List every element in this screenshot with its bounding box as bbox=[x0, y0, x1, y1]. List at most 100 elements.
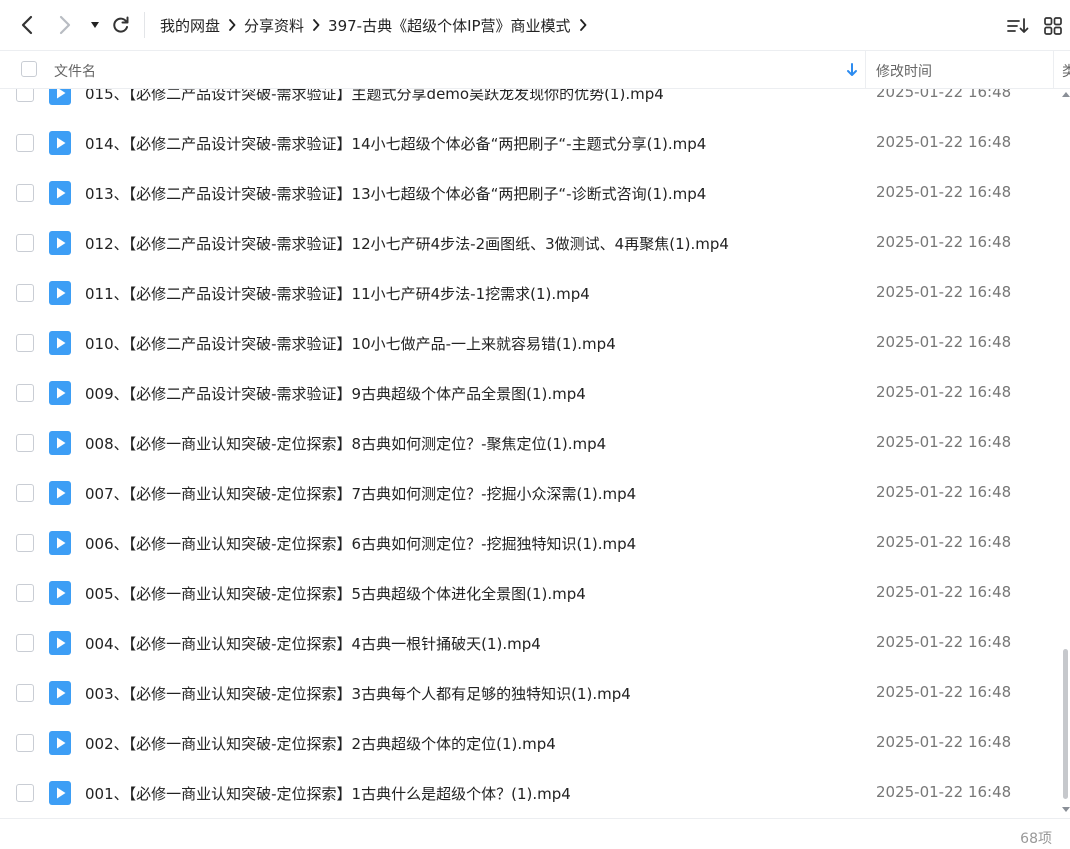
file-name[interactable]: 010、【必修二产品设计突破-需求验证】10小七做产品-一上来就容易错(1).m… bbox=[85, 333, 616, 354]
file-name[interactable]: 012、【必修二产品设计突破-需求验证】12小七产研4步法-2画图纸、3做测试、… bbox=[85, 233, 729, 254]
file-row[interactable]: 015、【必修二产品设计突破-需求验证】主题式分享demo吴跃龙发现你的优势(1… bbox=[0, 89, 1060, 118]
sort-icon bbox=[1007, 18, 1029, 33]
video-file-icon bbox=[49, 581, 71, 605]
breadcrumb-item-current-folder[interactable]: 397-古典《超级个体IP营》商业模式 bbox=[328, 15, 571, 36]
file-modified-time: 2025-01-22 16:48 bbox=[876, 533, 1012, 551]
file-name[interactable]: 003、【必修一商业认知突破-定位探索】3古典每个人都有足够的独特知识(1).m… bbox=[85, 683, 631, 704]
video-file-icon bbox=[49, 681, 71, 705]
video-file-icon bbox=[49, 431, 71, 455]
list-header: 文件名 修改时间 类 bbox=[0, 51, 1070, 89]
back-button[interactable] bbox=[15, 13, 39, 37]
video-file-icon bbox=[49, 231, 71, 255]
file-modified-time: 2025-01-22 16:48 bbox=[876, 183, 1012, 201]
column-header-type[interactable]: 类 bbox=[1062, 61, 1070, 81]
file-row[interactable]: 009、【必修二产品设计突破-需求验证】9古典超级个体产品全景图(1).mp4 2… bbox=[0, 368, 1060, 418]
video-file-icon bbox=[49, 481, 71, 505]
file-row-checkbox[interactable] bbox=[16, 284, 34, 302]
breadcrumb: 我的网盘 分享资料 397-古典《超级个体IP营》商业模式 bbox=[160, 14, 595, 36]
file-row-checkbox[interactable] bbox=[16, 384, 34, 402]
file-row[interactable]: 005、【必修一商业认知突破-定位探索】5古典超级个体进化全景图(1).mp4 2… bbox=[0, 568, 1060, 618]
scrollbar-thumb[interactable] bbox=[1063, 649, 1068, 799]
file-modified-time: 2025-01-22 16:48 bbox=[876, 683, 1012, 701]
video-file-icon bbox=[49, 281, 71, 305]
file-row[interactable]: 008、【必修一商业认知突破-定位探索】8古典如何测定位？-聚焦定位(1).mp… bbox=[0, 418, 1060, 468]
file-rows: 015、【必修二产品设计突破-需求验证】主题式分享demo吴跃龙发现你的优势(1… bbox=[0, 89, 1060, 818]
file-row[interactable]: 004、【必修一商业认知突破-定位探索】4古典一根针捅破天(1).mp4 2025… bbox=[0, 618, 1060, 668]
video-file-icon bbox=[49, 781, 71, 805]
column-header-modified-time[interactable]: 修改时间 bbox=[876, 61, 932, 81]
file-modified-time: 2025-01-22 16:48 bbox=[876, 733, 1012, 751]
video-file-icon bbox=[49, 181, 71, 205]
file-row-checkbox[interactable] bbox=[16, 734, 34, 752]
file-modified-time: 2025-01-22 16:48 bbox=[876, 89, 1012, 101]
file-name[interactable]: 013、【必修二产品设计突破-需求验证】13小七超级个体必备“两把刷子“-诊断式… bbox=[85, 183, 706, 204]
video-file-icon bbox=[49, 381, 71, 405]
breadcrumb-chevron-icon[interactable] bbox=[571, 19, 595, 31]
file-row[interactable]: 007、【必修一商业认知突破-定位探索】7古典如何测定位？-挖掘小众深需(1).… bbox=[0, 468, 1060, 518]
video-file-icon bbox=[49, 89, 71, 105]
breadcrumb-chevron-icon bbox=[304, 19, 328, 31]
file-row-checkbox[interactable] bbox=[16, 134, 34, 152]
file-row[interactable]: 012、【必修二产品设计突破-需求验证】12小七产研4步法-2画图纸、3做测试、… bbox=[0, 218, 1060, 268]
file-row[interactable]: 006、【必修一商业认知突破-定位探索】6古典如何测定位？-挖掘独特知识(1).… bbox=[0, 518, 1060, 568]
file-modified-time: 2025-01-22 16:48 bbox=[876, 233, 1012, 251]
file-name[interactable]: 011、【必修二产品设计突破-需求验证】11小七产研4步法-1挖需求(1).mp… bbox=[85, 283, 590, 304]
file-name[interactable]: 009、【必修二产品设计突破-需求验证】9古典超级个体产品全景图(1).mp4 bbox=[85, 383, 586, 404]
column-divider[interactable] bbox=[1053, 51, 1054, 89]
file-row[interactable]: 003、【必修一商业认知突破-定位探索】3古典每个人都有足够的独特知识(1).m… bbox=[0, 668, 1060, 718]
file-row-checkbox[interactable] bbox=[16, 234, 34, 252]
toolbar: 我的网盘 分享资料 397-古典《超级个体IP营》商业模式 bbox=[0, 0, 1070, 51]
file-row[interactable]: 010、【必修二产品设计突破-需求验证】10小七做产品-一上来就容易错(1).m… bbox=[0, 318, 1060, 368]
file-name[interactable]: 007、【必修一商业认知突破-定位探索】7古典如何测定位？-挖掘小众深需(1).… bbox=[85, 483, 636, 504]
sort-button[interactable] bbox=[1006, 14, 1030, 38]
file-name[interactable]: 015、【必修二产品设计突破-需求验证】主题式分享demo吴跃龙发现你的优势(1… bbox=[85, 89, 664, 104]
select-all-checkbox[interactable] bbox=[21, 61, 37, 77]
file-modified-time: 2025-01-22 16:48 bbox=[876, 283, 1012, 301]
file-row[interactable]: 002、【必修一商业认知突破-定位探索】2古典超级个体的定位(1).mp4 202… bbox=[0, 718, 1060, 768]
file-row-checkbox[interactable] bbox=[16, 534, 34, 552]
breadcrumb-item-my-drive[interactable]: 我的网盘 bbox=[160, 15, 220, 36]
vertical-scrollbar[interactable] bbox=[1060, 89, 1070, 818]
file-name[interactable]: 002、【必修一商业认知突破-定位探索】2古典超级个体的定位(1).mp4 bbox=[85, 733, 556, 754]
video-file-icon bbox=[49, 631, 71, 655]
file-row[interactable]: 001、【必修一商业认知突破-定位探索】1古典什么是超级个体？(1).mp4 20… bbox=[0, 768, 1060, 818]
column-divider[interactable] bbox=[865, 51, 866, 89]
file-row-checkbox[interactable] bbox=[16, 184, 34, 202]
file-name[interactable]: 006、【必修一商业认知突破-定位探索】6古典如何测定位？-挖掘独特知识(1).… bbox=[85, 533, 636, 554]
file-name[interactable]: 001、【必修一商业认知突破-定位探索】1古典什么是超级个体？(1).mp4 bbox=[85, 783, 571, 804]
file-modified-time: 2025-01-22 16:48 bbox=[876, 383, 1012, 401]
video-file-icon bbox=[49, 131, 71, 155]
video-file-icon bbox=[49, 731, 71, 755]
column-header-name[interactable]: 文件名 bbox=[54, 61, 96, 81]
scroll-up-arrow-icon[interactable] bbox=[1062, 92, 1070, 97]
file-row-checkbox[interactable] bbox=[16, 334, 34, 352]
file-row-checkbox[interactable] bbox=[16, 484, 34, 502]
forward-button[interactable] bbox=[53, 13, 77, 37]
file-name[interactable]: 008、【必修一商业认知突破-定位探索】8古典如何测定位？-聚焦定位(1).mp… bbox=[85, 433, 606, 454]
file-row-checkbox[interactable] bbox=[16, 434, 34, 452]
file-row-checkbox[interactable] bbox=[16, 784, 34, 802]
refresh-button[interactable] bbox=[109, 13, 133, 37]
file-modified-time: 2025-01-22 16:48 bbox=[876, 583, 1012, 601]
caret-down-icon bbox=[91, 22, 99, 28]
chevron-left-icon bbox=[21, 15, 33, 35]
file-row[interactable]: 013、【必修二产品设计突破-需求验证】13小七超级个体必备“两把刷子“-诊断式… bbox=[0, 168, 1060, 218]
sort-descending-icon[interactable] bbox=[845, 62, 859, 78]
history-dropdown-button[interactable] bbox=[83, 13, 107, 37]
file-modified-time: 2025-01-22 16:48 bbox=[876, 433, 1012, 451]
file-row-checkbox[interactable] bbox=[16, 634, 34, 652]
file-row[interactable]: 014、【必修二产品设计突破-需求验证】14小七超级个体必备“两把刷子“-主题式… bbox=[0, 118, 1060, 168]
breadcrumb-chevron-icon bbox=[220, 19, 244, 31]
file-name[interactable]: 004、【必修一商业认知突破-定位探索】4古典一根针捅破天(1).mp4 bbox=[85, 633, 541, 654]
view-toggle-button[interactable] bbox=[1041, 14, 1065, 38]
file-row-checkbox[interactable] bbox=[16, 89, 34, 102]
status-bar: 68项 bbox=[0, 818, 1070, 849]
file-name[interactable]: 014、【必修二产品设计突破-需求验证】14小七超级个体必备“两把刷子“-主题式… bbox=[85, 133, 706, 154]
scroll-down-arrow-icon[interactable] bbox=[1062, 807, 1070, 812]
breadcrumb-item-shared[interactable]: 分享资料 bbox=[244, 15, 304, 36]
file-name[interactable]: 005、【必修一商业认知突破-定位探索】5古典超级个体进化全景图(1).mp4 bbox=[85, 583, 586, 604]
file-row-checkbox[interactable] bbox=[16, 684, 34, 702]
file-row[interactable]: 011、【必修二产品设计突破-需求验证】11小七产研4步法-1挖需求(1).mp… bbox=[0, 268, 1060, 318]
item-count: 68项 bbox=[1020, 831, 1052, 847]
file-row-checkbox[interactable] bbox=[16, 584, 34, 602]
